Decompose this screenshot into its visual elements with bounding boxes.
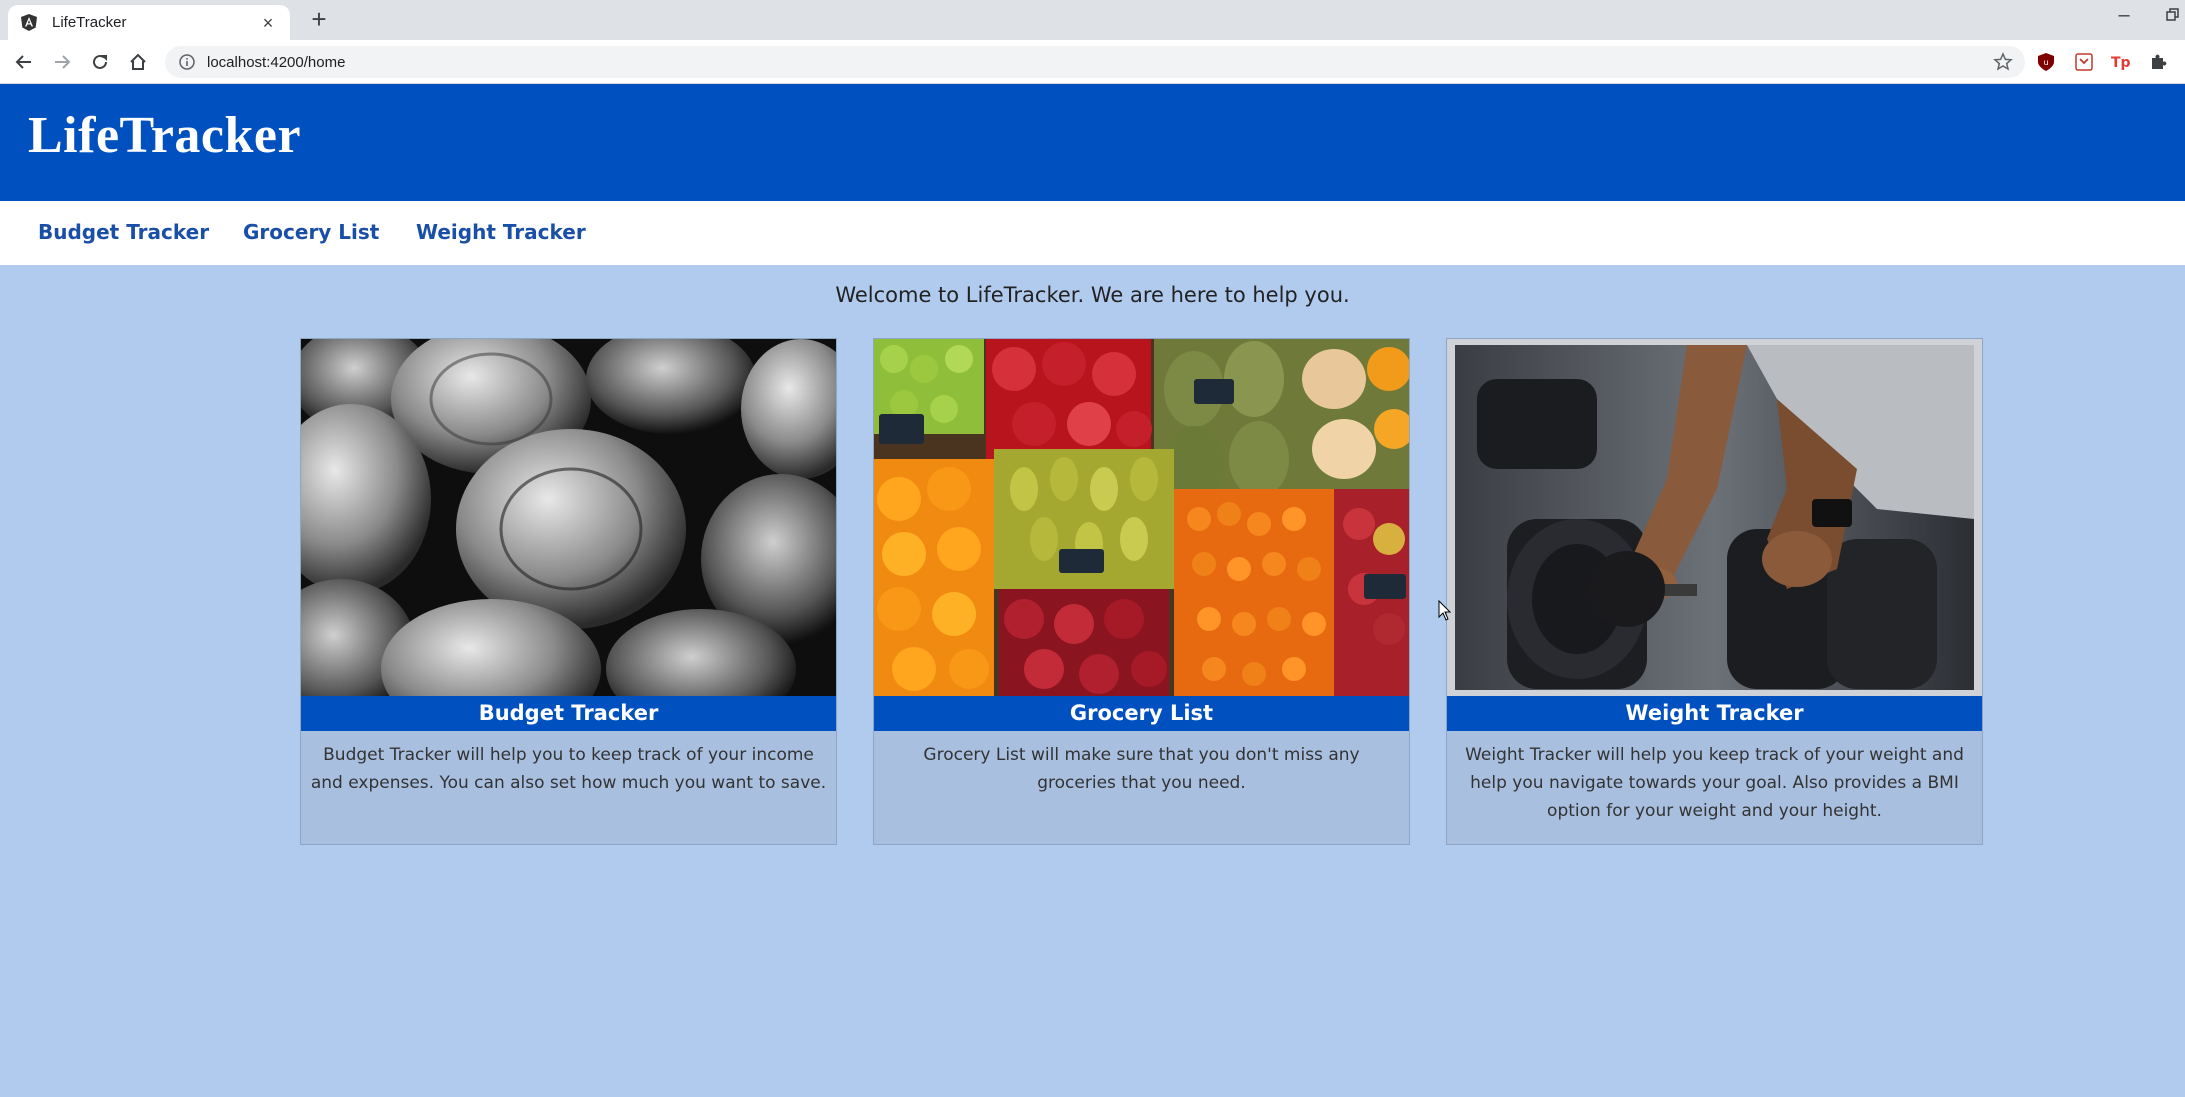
card-grocery-list[interactable]: Grocery List Grocery List will make sure… — [873, 338, 1410, 845]
card-title: Grocery List — [874, 696, 1409, 731]
reload-icon[interactable] — [86, 48, 114, 76]
nav-link-weight-tracker[interactable]: Weight Tracker — [416, 220, 586, 244]
mouse-cursor-icon — [1438, 599, 1452, 622]
browser-tab-bar: LifeTracker × + – — [0, 0, 2185, 40]
nav-link-budget-tracker[interactable]: Budget Tracker — [38, 220, 209, 244]
window-minimize-button[interactable]: – — [2112, 4, 2136, 28]
card-description: Grocery List will make sure that you don… — [923, 745, 1360, 793]
back-arrow-icon[interactable] — [10, 48, 38, 76]
coins-image — [301, 339, 836, 696]
pocket-extension-icon[interactable] — [2074, 52, 2094, 72]
address-bar[interactable]: localhost:4200/home — [165, 46, 2025, 78]
angular-favicon-icon — [20, 14, 38, 32]
fruit-market-image — [874, 339, 1409, 696]
dumbbell-gym-image — [1447, 339, 1982, 696]
browser-toolbar: localhost:4200/home u Tp — [0, 40, 2185, 84]
forward-arrow-icon[interactable] — [48, 48, 76, 76]
app-brand-title[interactable]: LifeTracker — [28, 106, 301, 165]
bookmark-star-icon[interactable] — [1993, 52, 2013, 72]
nav-link-grocery-list[interactable]: Grocery List — [243, 220, 379, 244]
new-tab-button[interactable]: + — [305, 6, 333, 34]
app-header: LifeTracker — [0, 84, 2185, 201]
window-restore-icon[interactable] — [2166, 8, 2180, 22]
extensions-puzzle-icon[interactable] — [2148, 52, 2168, 72]
url-text: localhost:4200/home — [207, 53, 346, 71]
home-icon[interactable] — [124, 48, 152, 76]
card-budget-tracker[interactable]: Budget Tracker Budget Tracker will help … — [300, 338, 837, 845]
browser-tab[interactable]: LifeTracker × — [8, 5, 290, 40]
card-title: Budget Tracker — [301, 696, 836, 731]
tab-close-icon[interactable]: × — [258, 13, 278, 33]
card-description: Weight Tracker will help you keep track … — [1465, 745, 1964, 821]
ublock-extension-icon[interactable]: u — [2036, 52, 2056, 72]
card-title: Weight Tracker — [1447, 696, 1982, 731]
card-weight-tracker[interactable]: Weight Tracker Weight Tracker will help … — [1446, 338, 1983, 845]
tp-extension-icon[interactable]: Tp — [2111, 52, 2131, 72]
tab-title: LifeTracker — [52, 14, 127, 31]
svg-text:u: u — [2043, 58, 2048, 67]
svg-text:Tp: Tp — [2111, 55, 2131, 71]
site-info-icon[interactable] — [177, 52, 197, 72]
card-description: Budget Tracker will help you to keep tra… — [310, 745, 827, 793]
welcome-message: Welcome to LifeTracker. We are here to h… — [835, 283, 1350, 307]
app-navbar: Budget Tracker Grocery List Weight Track… — [0, 201, 2185, 265]
